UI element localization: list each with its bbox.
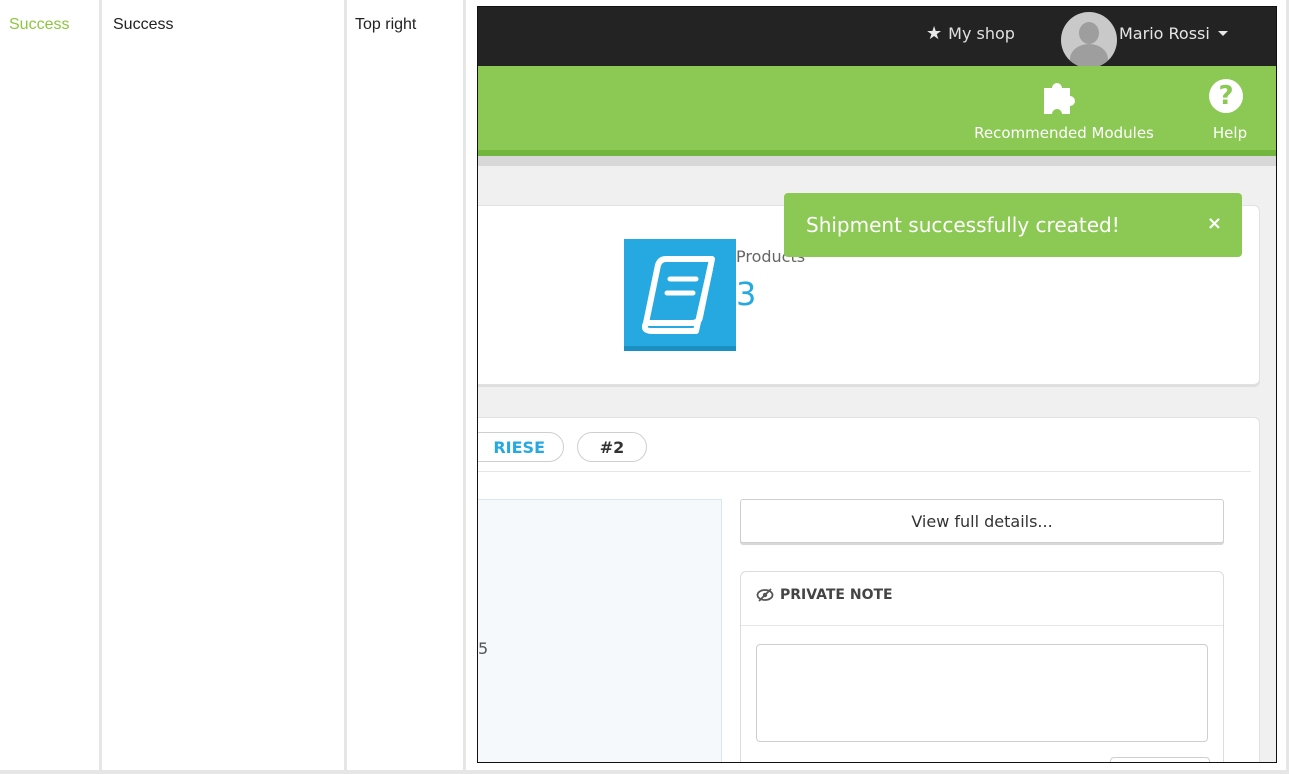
eye-slash-icon xyxy=(756,588,774,602)
private-note-title: PRIVATE NOTE xyxy=(780,587,893,603)
class-label: Success xyxy=(113,16,174,33)
my-shop-label: My shop xyxy=(948,24,1015,43)
user-menu[interactable]: Mario Rossi xyxy=(1119,24,1228,43)
order-divider xyxy=(478,471,1251,472)
help-icon: ? xyxy=(1209,79,1243,113)
example-screenshot: ★ My shop Mario Rossi Recommended Module… xyxy=(477,6,1277,763)
top-navbar: ★ My shop Mario Rossi xyxy=(478,7,1276,68)
column-divider xyxy=(344,0,347,774)
private-note-divider xyxy=(741,625,1223,626)
avatar[interactable] xyxy=(1061,12,1117,68)
carrier-badge: RIESE xyxy=(478,432,564,462)
recommended-modules-label: Recommended Modules xyxy=(974,124,1154,142)
recommended-modules-button[interactable]: Recommended Modules xyxy=(944,66,1184,150)
alert-message: Shipment successfully created! xyxy=(806,213,1120,237)
my-shop-link[interactable]: ★ My shop xyxy=(926,24,1015,43)
avatar-body xyxy=(1070,44,1108,68)
success-alert: Shipment successfully created! × xyxy=(784,193,1242,257)
help-button[interactable]: ? Help xyxy=(1200,66,1260,150)
order-number-badge: #2 xyxy=(577,432,647,462)
private-note-header: PRIVATE NOTE xyxy=(756,587,893,603)
private-note-input[interactable] xyxy=(756,644,1208,742)
type-label: Success xyxy=(9,16,70,33)
help-label: Help xyxy=(1212,124,1248,142)
column-divider xyxy=(463,0,466,774)
avatar-head xyxy=(1079,22,1099,44)
column-divider xyxy=(99,0,102,774)
save-note-button[interactable] xyxy=(1110,757,1210,762)
customer-info-box xyxy=(478,499,722,762)
book-icon xyxy=(624,239,736,351)
page-toolbar: Recommended Modules ? Help xyxy=(478,66,1276,156)
view-full-details-button[interactable]: View full details... xyxy=(740,499,1224,543)
position-label: Top right xyxy=(355,16,417,33)
close-icon[interactable]: × xyxy=(1207,213,1222,234)
row-divider xyxy=(0,770,1289,774)
toolbar-shadow xyxy=(478,156,1276,166)
kpi-value: 3 xyxy=(736,275,757,313)
puzzle-icon xyxy=(1044,83,1076,114)
caret-down-icon xyxy=(1217,31,1228,36)
user-name: Mario Rossi xyxy=(1119,24,1210,43)
star-icon: ★ xyxy=(926,22,943,44)
truncated-value: 5 xyxy=(478,639,489,658)
